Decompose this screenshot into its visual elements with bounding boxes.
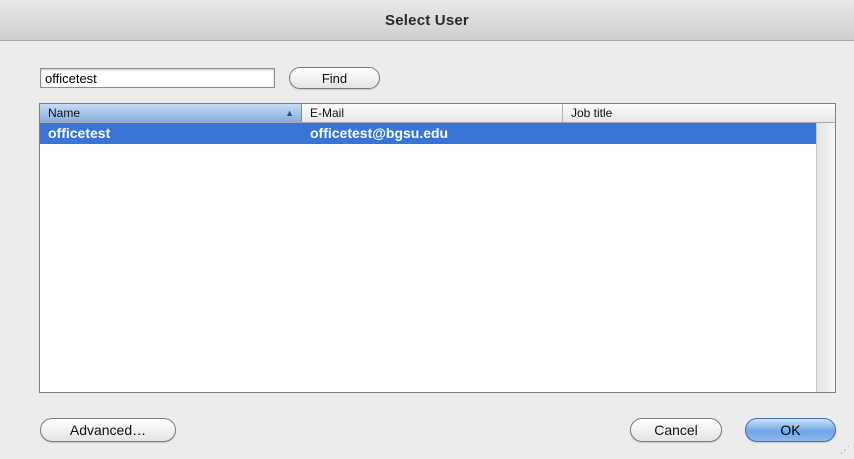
column-header-label: Name bbox=[48, 106, 81, 120]
title-bar[interactable]: Select User bbox=[0, 0, 854, 41]
cell-job-title bbox=[563, 123, 816, 144]
column-header-label: Job title bbox=[571, 106, 613, 120]
column-header-job-title[interactable]: Job title bbox=[563, 104, 835, 122]
table-header: Name ▲ E-Mail Job title bbox=[40, 104, 835, 123]
table-row[interactable]: officetest officetest@bgsu.edu bbox=[40, 123, 816, 144]
cell-name: officetest bbox=[48, 125, 111, 141]
column-header-email[interactable]: E-Mail bbox=[302, 104, 563, 122]
cancel-button[interactable]: Cancel bbox=[630, 418, 722, 442]
window-title: Select User bbox=[385, 11, 469, 29]
vertical-scrollbar[interactable] bbox=[816, 123, 835, 392]
search-input[interactable] bbox=[40, 68, 275, 88]
resize-grip-icon[interactable]: ⋰ bbox=[840, 445, 852, 457]
column-header-label: E-Mail bbox=[310, 106, 345, 120]
select-user-dialog: Select User Find Name ▲ E-Mail Job title… bbox=[0, 0, 854, 459]
find-button[interactable]: Find bbox=[289, 67, 380, 89]
cell-email: officetest@bgsu.edu bbox=[310, 125, 449, 141]
user-table: Name ▲ E-Mail Job title officetest offic… bbox=[39, 103, 836, 393]
column-header-name[interactable]: Name ▲ bbox=[40, 104, 302, 122]
sort-ascending-icon: ▲ bbox=[285, 108, 294, 118]
advanced-button[interactable]: Advanced… bbox=[40, 418, 176, 442]
ok-button[interactable]: OK bbox=[745, 418, 836, 442]
table-body: officetest officetest@bgsu.edu bbox=[40, 123, 816, 392]
